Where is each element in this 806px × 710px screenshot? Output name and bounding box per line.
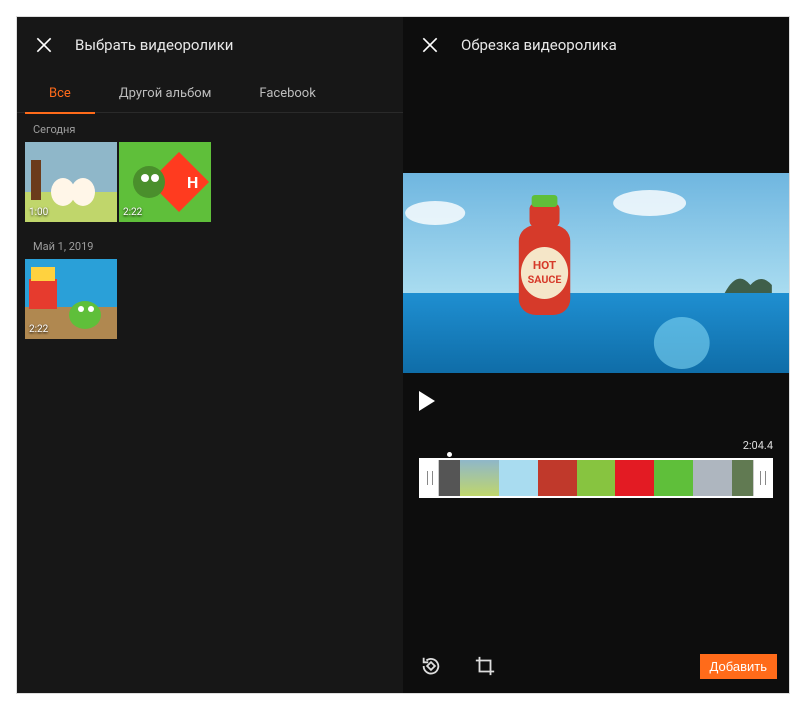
- play-row: [403, 373, 789, 411]
- select-videos-pane: Выбрать видеоролики Все Другой альбом Fa…: [17, 17, 403, 693]
- trim-video-pane: Обрезка видеоролика: [403, 17, 789, 693]
- timeline[interactable]: [403, 458, 789, 498]
- thumb-grid: 2:22: [17, 259, 403, 347]
- video-thumb[interactable]: 1:00: [25, 142, 117, 222]
- video-thumb[interactable]: H 2:22: [119, 142, 211, 222]
- rotate-icon[interactable]: [415, 650, 447, 682]
- right-header: Обрезка видеоролика: [403, 17, 789, 73]
- trim-handle-right[interactable]: [753, 460, 771, 496]
- video-preview[interactable]: HOT SAUCE: [403, 173, 789, 373]
- bottom-bar: Добавить: [403, 639, 789, 693]
- add-button[interactable]: Добавить: [700, 654, 777, 679]
- tab-all[interactable]: Все: [25, 73, 95, 113]
- tab-facebook[interactable]: Facebook: [235, 73, 339, 113]
- close-icon[interactable]: [33, 34, 55, 56]
- svg-text:H: H: [187, 173, 198, 192]
- duration-badge: 1:00: [29, 207, 48, 218]
- playhead-icon[interactable]: [447, 452, 452, 457]
- thumb-grid: 1:00 H 2:22: [17, 142, 403, 230]
- tab-other-album[interactable]: Другой альбом: [95, 73, 236, 113]
- duration-badge: 2:22: [123, 207, 142, 218]
- left-header: Выбрать видеоролики: [17, 17, 403, 73]
- source-tabs: Все Другой альбом Facebook: [17, 73, 403, 113]
- svg-text:HOT: HOT: [533, 258, 556, 272]
- close-icon[interactable]: [419, 34, 441, 56]
- right-title: Обрезка видеоролика: [461, 36, 617, 54]
- section-label: Сегодня: [17, 113, 403, 142]
- trim-handle-left[interactable]: [421, 460, 439, 496]
- section-label: Май 1, 2019: [17, 230, 403, 259]
- crop-icon[interactable]: [469, 650, 501, 682]
- svg-text:SAUCE: SAUCE: [528, 273, 562, 286]
- left-title: Выбрать видеоролики: [75, 36, 233, 54]
- play-button[interactable]: [419, 391, 435, 411]
- duration-badge: 2:22: [29, 324, 48, 335]
- timecode: 2:04.4: [403, 411, 789, 458]
- video-thumb[interactable]: 2:22: [25, 259, 117, 339]
